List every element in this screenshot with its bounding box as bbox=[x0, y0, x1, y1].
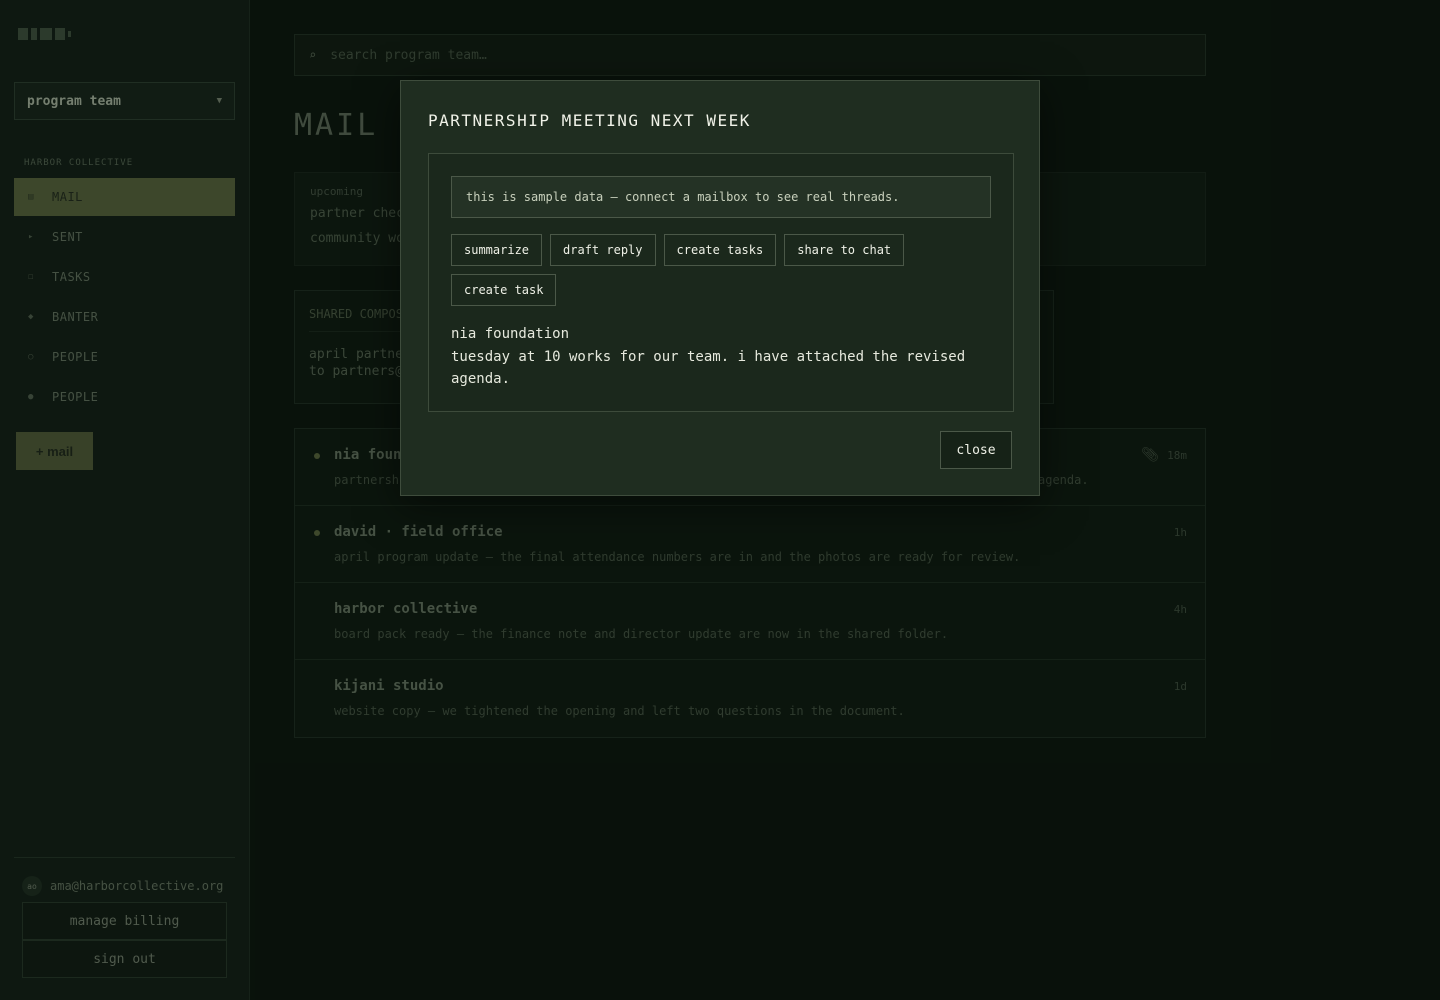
thread-modal: PARTNERSHIP MEETING NEXT WEEK this is sa… bbox=[400, 80, 1040, 496]
summarize-button[interactable]: summarize bbox=[451, 234, 543, 266]
create-tasks-button[interactable]: create tasks bbox=[663, 234, 777, 266]
modal-actions: summarize draft reply create tasks share… bbox=[451, 234, 991, 306]
create-task-button[interactable]: create task bbox=[451, 274, 557, 306]
message-body: tuesday at 10 works for our team. i have… bbox=[451, 349, 966, 387]
modal-content-panel: this is sample data — connect a mailbox … bbox=[428, 153, 1014, 412]
draft-reply-button[interactable]: draft reply bbox=[550, 234, 656, 266]
modal-title: PARTNERSHIP MEETING NEXT WEEK bbox=[428, 111, 751, 130]
close-button[interactable]: close bbox=[940, 431, 1012, 469]
sample-data-notice: this is sample data — connect a mailbox … bbox=[451, 176, 991, 218]
share-to-chat-button[interactable]: share to chat bbox=[784, 234, 905, 266]
message-sender: nia foundation bbox=[451, 326, 570, 342]
app: program team ▼ HARBOR COLLECTIVE ▤ MAIL … bbox=[0, 0, 1440, 1000]
